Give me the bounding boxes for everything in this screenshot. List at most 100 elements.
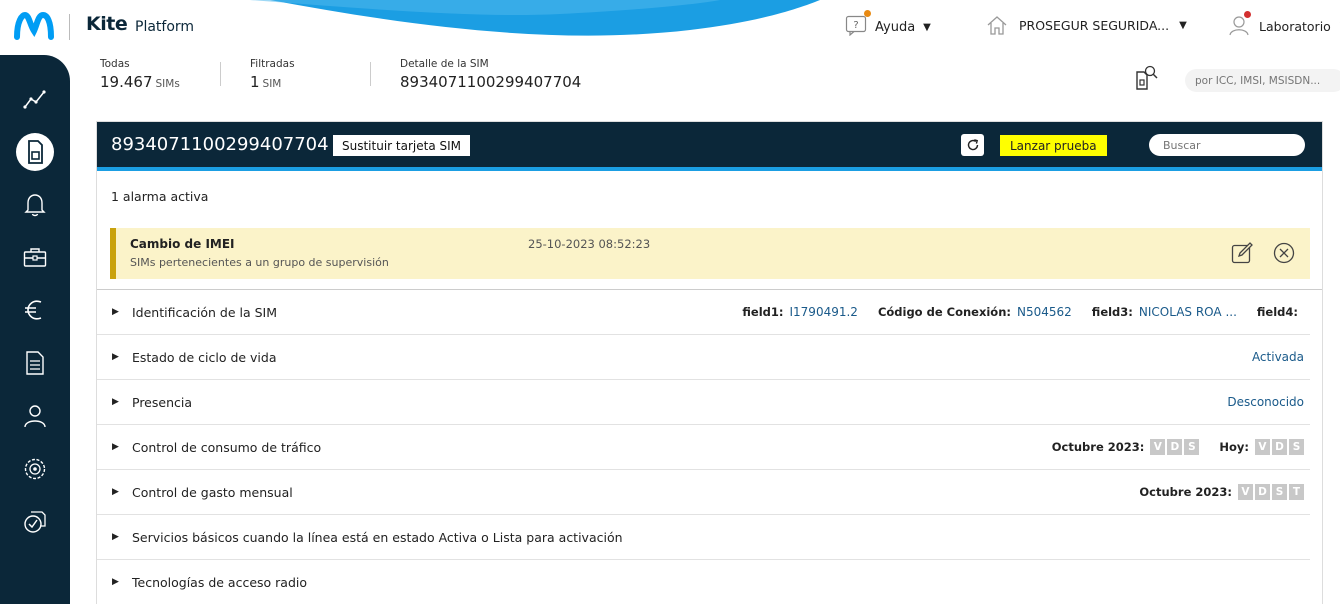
- sim-card-icon: [28, 140, 43, 164]
- user-icon: [24, 405, 46, 428]
- row-label: Tecnologías de acceso radio: [132, 574, 307, 590]
- presence-status[interactable]: Desconocido: [1227, 395, 1304, 409]
- alarm-card: Cambio de IMEI SIMs pertenecientes a un …: [110, 228, 1310, 279]
- traffic-indicators: Octubre 2023: V D S Hoy: V D S: [1052, 439, 1304, 455]
- user-notification-dot: [1244, 11, 1251, 18]
- panel-header-accent: [97, 167, 1322, 171]
- alarm-title: Cambio de IMEI: [130, 237, 235, 251]
- help-notification-dot: [864, 10, 871, 17]
- briefcase-icon: [23, 248, 47, 267]
- movistar-logo-icon[interactable]: [14, 11, 54, 41]
- row-basic-services[interactable]: ▶ Servicios básicos cuando la línea está…: [97, 515, 1310, 560]
- traffic-month-data-box: D: [1167, 439, 1183, 455]
- lifecycle-status[interactable]: Activada: [1252, 350, 1304, 364]
- field3-key: field3:: [1091, 305, 1133, 319]
- summary-filtered-label: Filtradas: [250, 58, 295, 70]
- check-shield-icon: [24, 511, 46, 533]
- launch-test-button[interactable]: Lanzar prueba: [1000, 135, 1107, 156]
- expand-triangle-icon[interactable]: ▶: [112, 397, 119, 407]
- expand-triangle-icon[interactable]: ▶: [112, 577, 119, 587]
- chevron-down-icon: ▼: [923, 21, 931, 33]
- sidebar-item-billing[interactable]: [17, 292, 53, 328]
- company-label: PROSEGUR SEGURIDA...: [1019, 17, 1170, 33]
- spend-voice-box: V: [1238, 484, 1253, 500]
- row-label: Control de gasto mensual: [132, 484, 293, 500]
- refresh-button[interactable]: [961, 134, 984, 156]
- sidebar-item-diagnostics[interactable]: [17, 504, 53, 540]
- traffic-today-label: Hoy:: [1219, 440, 1249, 454]
- spend-indicators: Octubre 2023: V D S T: [1139, 484, 1304, 500]
- sim-detail-panel: 8934071100299407704 Sustituir tarjeta SI…: [96, 121, 1323, 604]
- sim-global-search-input[interactable]: [1185, 69, 1340, 92]
- traffic-month-voice-box: V: [1150, 439, 1166, 455]
- sidebar-item-settings[interactable]: [17, 451, 53, 487]
- traffic-month-sms-box: S: [1184, 439, 1200, 455]
- sim-search-icon[interactable]: [1134, 64, 1160, 92]
- connection-code-value: N504562: [1017, 305, 1072, 319]
- summary-all-unit: SIMs: [155, 78, 180, 90]
- expand-triangle-icon[interactable]: ▶: [112, 442, 119, 452]
- row-label: Control de consumo de tráfico: [132, 439, 322, 455]
- home-icon: [987, 16, 1007, 35]
- brand-subtitle: Platform: [135, 19, 195, 35]
- bell-icon: [24, 194, 46, 217]
- sidebar-item-analytics[interactable]: [17, 81, 53, 117]
- expand-triangle-icon[interactable]: ▶: [112, 532, 119, 542]
- expand-triangle-icon[interactable]: ▶: [112, 352, 119, 362]
- analytics-icon: [23, 90, 46, 109]
- sim-iccid-title: 8934071100299407704: [111, 134, 329, 155]
- summary-divider: [220, 62, 221, 86]
- summary-filtered-unit: SIM: [262, 78, 282, 90]
- user-menu[interactable]: Laboratorio ▼: [1228, 11, 1340, 39]
- app-root: Kite Platform ? Ayuda ▼ PROSEGUR SEGURID…: [0, 0, 1340, 604]
- user-avatar-icon: [1228, 11, 1251, 39]
- connection-code-key: Código de Conexión:: [877, 305, 1011, 319]
- summary-detail-value: 8934071100299407704: [400, 73, 582, 91]
- row-presence[interactable]: ▶ Presencia Desconocido: [97, 380, 1310, 425]
- alarm-subtitle: SIMs pertenecientes a un grupo de superv…: [130, 256, 389, 269]
- field3-value: NICOLAS ROA ...: [1138, 305, 1237, 319]
- row-lifecycle-state[interactable]: ▶ Estado de ciclo de vida Activada: [97, 335, 1310, 380]
- traffic-month-label: Octubre 2023:: [1051, 440, 1145, 454]
- summary-filtered[interactable]: Filtradas 1 SIM: [250, 58, 295, 91]
- panel-search-input[interactable]: [1149, 134, 1305, 156]
- panel-header: 8934071100299407704 Sustituir tarjeta SI…: [97, 122, 1322, 167]
- spend-month-label: Octubre 2023:: [1139, 485, 1232, 499]
- user-label: Laboratorio: [1259, 19, 1331, 34]
- row-traffic-control[interactable]: ▶ Control de consumo de tráfico Octubre …: [97, 425, 1310, 470]
- summary-divider: [370, 62, 371, 86]
- expand-triangle-icon[interactable]: ▶: [112, 307, 119, 317]
- field1-key: field1:: [742, 305, 784, 319]
- sidebar-item-alarms[interactable]: [17, 186, 53, 222]
- traffic-today-voice-box: V: [1255, 439, 1270, 455]
- expand-triangle-icon[interactable]: ▶: [112, 487, 119, 497]
- company-selector[interactable]: PROSEGUR SEGURIDA... ▼: [985, 14, 1187, 36]
- row-label: Servicios básicos cuando la línea está e…: [132, 529, 623, 545]
- active-alarm-count: 1 alarma activa: [111, 189, 209, 204]
- row-label: Presencia: [132, 394, 193, 410]
- close-icon[interactable]: [1273, 242, 1295, 264]
- field1-value: I1790491.2: [789, 305, 858, 319]
- help-menu[interactable]: ? Ayuda ▼: [845, 10, 931, 40]
- traffic-today-data-box: D: [1272, 439, 1287, 455]
- help-label: Ayuda: [875, 19, 916, 35]
- row-label: Identificación de la SIM: [132, 304, 278, 320]
- edit-icon[interactable]: [1230, 241, 1254, 265]
- summary-all-label: Todas: [100, 58, 130, 70]
- spend-data-box: D: [1255, 484, 1270, 500]
- summary-all-value: 19.467: [100, 73, 153, 91]
- summary-all[interactable]: Todas 19.467 SIMs: [100, 58, 180, 91]
- top-bar: Kite Platform ? Ayuda ▼ PROSEGUR SEGURID…: [0, 0, 1340, 55]
- summary-detail-label: Detalle de la SIM: [400, 58, 489, 70]
- row-radio-access[interactable]: ▶ Tecnologías de acceso radio: [97, 560, 1310, 604]
- replace-sim-button[interactable]: Sustituir tarjeta SIM: [333, 135, 470, 156]
- row-monthly-spend[interactable]: ▶ Control de gasto mensual Octubre 2023:…: [97, 470, 1310, 515]
- sidebar-item-reports[interactable]: [17, 345, 53, 381]
- chevron-down-icon: ▼: [1179, 19, 1187, 31]
- sidebar-item-business[interactable]: [17, 239, 53, 275]
- sim-summary: Todas 19.467 SIMs Filtradas 1 SIM Detalle …: [70, 55, 1340, 121]
- sidebar-item-sims[interactable]: [16, 133, 54, 171]
- spend-total-box: T: [1289, 484, 1304, 500]
- sidebar-item-users[interactable]: [17, 398, 53, 434]
- row-sim-identification[interactable]: ▶ Identificación de la SIM field1: I1790…: [97, 290, 1310, 335]
